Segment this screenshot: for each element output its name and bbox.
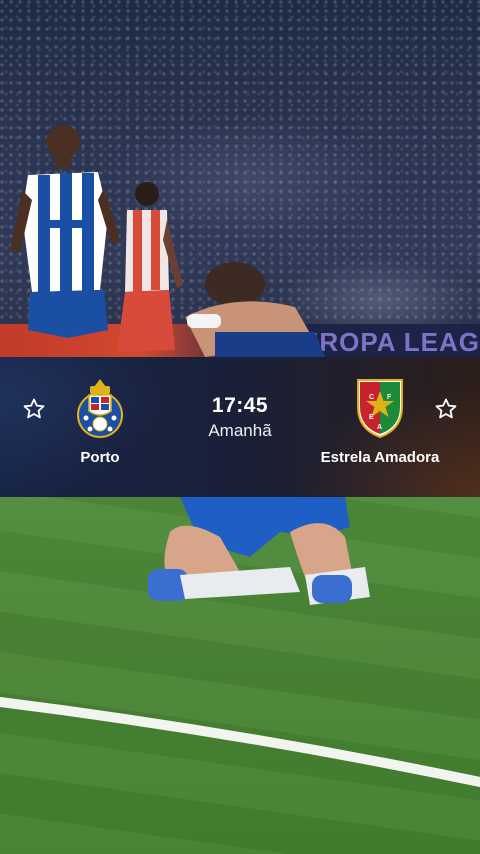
kneeling-player-legs	[148, 497, 370, 605]
crest-letter-a: A	[377, 424, 382, 431]
kickoff-day: Amanhã	[208, 421, 272, 440]
kickoff-time: 17:45	[211, 394, 269, 417]
kickoff-info: 17:45 Amanhã	[180, 394, 300, 441]
away-team-name: Estrela Amadora	[320, 449, 440, 466]
away-team[interactable]: C F E A Estrela Amadora	[310, 377, 450, 466]
top-video-still: EUROPA LEAG	[0, 0, 480, 357]
fc-porto-crest-icon	[77, 379, 123, 438]
home-team[interactable]: Porto	[30, 377, 170, 466]
crest-letter-f: F	[387, 394, 392, 401]
crest-letter-e: E	[369, 414, 374, 421]
favorite-away-button[interactable]	[431, 394, 461, 424]
bottom-video-still	[0, 497, 480, 854]
home-team-name: Porto	[80, 449, 120, 466]
estrela-amadora-crest-icon: C F E A	[357, 379, 403, 439]
celebrating-player	[185, 262, 325, 357]
match-card[interactable]: Porto 17:45 Amanhã C F E A Estrela Amado…	[0, 357, 480, 497]
opponent-player	[117, 182, 183, 352]
pitch-white-line	[0, 697, 480, 787]
crest-letter-c: C	[369, 394, 374, 401]
star-outline-icon	[435, 398, 457, 419]
